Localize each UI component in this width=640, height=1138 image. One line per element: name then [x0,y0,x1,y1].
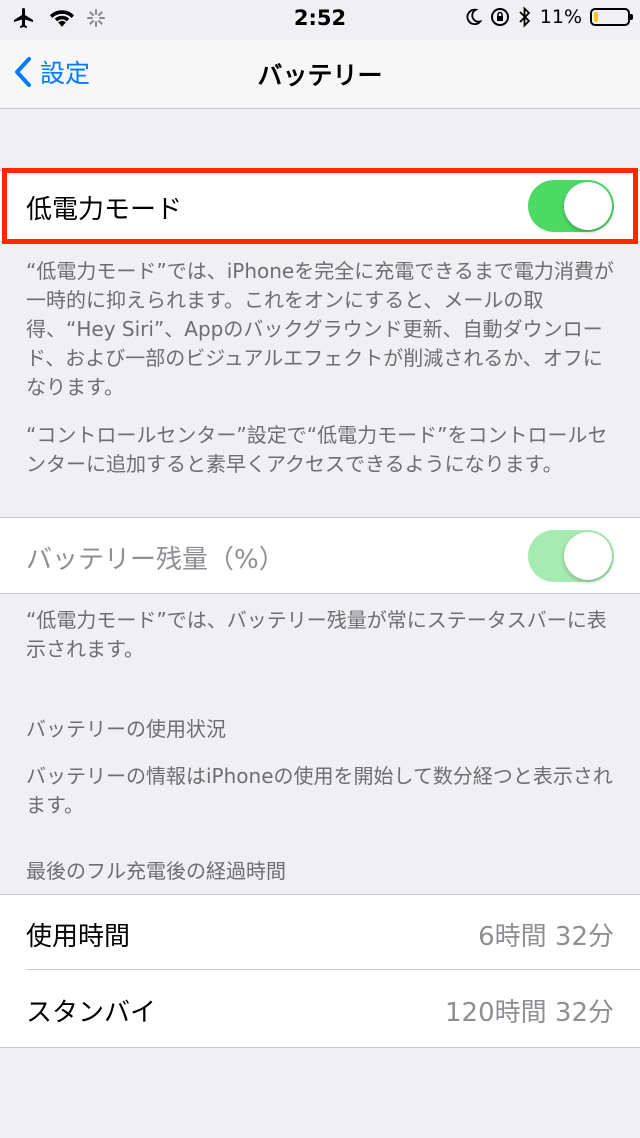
low-power-mode-row: 低電力モード [0,171,640,241]
row-separator [26,969,640,970]
divider [0,593,640,594]
usage-header: バッテリーの使用状況 [26,717,226,741]
low-power-mode-label: 低電力モード [26,195,183,225]
toggle-knob [564,532,612,580]
battery-percentage-note: “低電力モード”では、バッテリー残量が常にステータスバーに表示されます。 [26,608,607,661]
usage-note: バッテリーの情報はiPhoneの使用を開始して数分経つと表示されます。 [26,764,613,817]
battery-fill [594,12,598,22]
usage-time-label: 使用時間 [26,922,131,952]
low-power-mode-note: “低電力モード”では、iPhoneを完全に充電できるまで電力消費が一時的に抑えら… [26,259,614,399]
standby-time-label: スタンバイ [26,998,157,1028]
navigation-bar: 設定 バッテリー [0,40,640,109]
status-bar: 2:52 11% [0,0,640,40]
page-title: バッテリー [257,61,383,90]
divider [0,1047,640,1048]
since-charge-header: 最後のフル充電後の経過時間 [26,859,286,883]
battery-percentage-row: バッテリー残量（%） [0,518,640,593]
battery-percentage-label: バッテリー残量（%） [26,545,285,575]
toggle-knob [564,182,612,230]
low-power-mode-toggle[interactable] [528,180,614,232]
battery-percentage-toggle[interactable] [528,530,614,582]
status-bar-right: 11% [464,6,633,28]
usage-time-table: 使用時間 6時間 32分 スタンバイ 120時間 32分 [0,895,640,1047]
bluetooth-icon [519,6,531,28]
usage-time-value: 6時間 32分 [478,922,614,952]
standby-time-value: 120時間 32分 [445,998,614,1028]
orientation-lock-icon [490,8,509,26]
battery-percent: 11% [539,6,582,28]
divider [0,241,640,242]
moon-icon [466,8,482,26]
battery-icon [590,8,633,26]
control-center-note: “コントロールセンター”設定で“低電力モード”をコントロールセンターに追加すると… [26,423,608,476]
